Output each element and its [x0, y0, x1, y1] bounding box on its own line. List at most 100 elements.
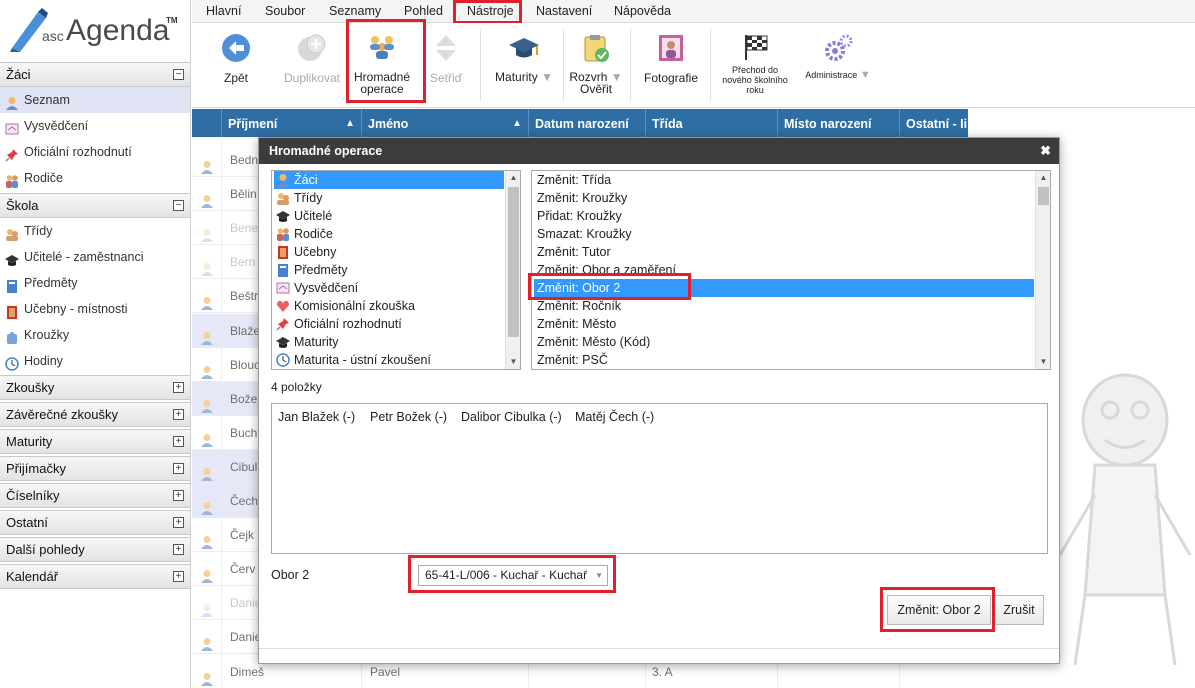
operation-item[interactable]: Smazat: Kroužky [534, 225, 1034, 243]
operation-item[interactable]: Změnit: Třída [534, 171, 1034, 189]
sidebar-section-5[interactable]: Přijímačky + [0, 456, 190, 481]
sidebar-section-6[interactable]: Číselníky + [0, 483, 190, 508]
pin-icon [276, 317, 290, 331]
header-birthplace[interactable]: Místo narození [778, 109, 900, 137]
category-item[interactable]: Maturita - ústní zkoušení [274, 351, 504, 369]
photo-frame-icon [659, 35, 683, 61]
sidebar-item-1[interactable]: Vysvědčení [0, 113, 190, 139]
sort-button[interactable]: Setřiď [424, 33, 468, 84]
sidebar-school-item-4[interactable]: Kroužky [0, 322, 190, 348]
sidebar-section-1[interactable]: Škola − [0, 193, 190, 218]
sidebar-section-2[interactable]: Zkoušky + [0, 375, 190, 400]
sidebar-section-8[interactable]: Další pohledy + [0, 537, 190, 562]
collapse-icon[interactable]: − [173, 69, 184, 80]
administration-button[interactable]: Administrace ▼ [798, 33, 878, 81]
operation-item[interactable]: Změnit: Ročník [534, 297, 1034, 315]
category-item[interactable]: Předměty [274, 261, 504, 279]
selected-students-box[interactable]: Jan Blažek (-) Petr Božek (-) Dalibor Cibu… [271, 403, 1048, 554]
photos-button[interactable]: Fotografie [638, 33, 704, 84]
sidebar-item-2[interactable]: Oficiální rozhodnutí [0, 139, 190, 165]
selected-student: Petr Božek (-) [370, 410, 448, 424]
category-scrollbar[interactable]: ▲ ▼ [505, 171, 520, 369]
schedule-verify-button[interactable]: Rozvrh ▼ Ověřit [568, 33, 624, 95]
category-item[interactable]: Učitelé [274, 207, 504, 225]
operation-item[interactable]: Změnit: Obor 2 [534, 279, 1034, 297]
header-birthdate[interactable]: Datum narození [529, 109, 646, 137]
category-item[interactable]: Vysvědčení [274, 279, 504, 297]
graduation-cap-icon [509, 38, 539, 58]
photos-label: Fotografie [643, 71, 699, 85]
sidebar-item-0[interactable]: Seznam [0, 87, 190, 113]
operation-item[interactable]: Přidat: Kroužky [534, 207, 1034, 225]
category-item[interactable]: Třídy [274, 189, 504, 207]
sidebar-school-item-1[interactable]: Učitelé - zaměstnanci [0, 244, 190, 270]
sidebar-section-9[interactable]: Kalendář + [0, 564, 190, 589]
sidebar-item-3[interactable]: Rodiče [0, 165, 190, 191]
dialog-title-text: Hromadné operace [269, 144, 383, 158]
bulk-operations-button[interactable]: Hromadné operace [350, 33, 414, 95]
logo-tm: TM [166, 16, 178, 25]
operation-list[interactable]: Změnit: Třída Změnit: Kroužky Přidat: Krou… [531, 170, 1051, 370]
grid-header: Příjmení ▲ Jméno ▲ Datum narození Třída Mí… [192, 109, 968, 137]
category-item[interactable]: Rodiče [274, 225, 504, 243]
menu-pohled[interactable]: Pohled [404, 4, 443, 18]
category-item[interactable]: Učebny [274, 243, 504, 261]
header-class[interactable]: Třída [646, 109, 778, 137]
expand-icon[interactable]: + [173, 436, 184, 447]
expand-icon[interactable]: + [173, 382, 184, 393]
selected-student: Jan Blažek (-) [278, 410, 356, 424]
clock-icon [5, 354, 19, 371]
toolbar-separator [710, 29, 711, 101]
new-school-year-button[interactable]: Přechod do nového školního roku [718, 33, 792, 95]
parents-icon [276, 227, 290, 241]
apply-button[interactable]: Změnit: Obor 2 [887, 595, 991, 625]
operation-item[interactable]: Změnit: Kroužky [534, 189, 1034, 207]
collapse-icon[interactable]: − [173, 200, 184, 211]
duplicate-button[interactable]: Duplikovat [280, 33, 344, 84]
header-name[interactable]: Jméno ▲ [362, 109, 529, 137]
expand-icon[interactable]: + [173, 490, 184, 501]
expand-icon[interactable]: + [173, 517, 184, 528]
obor2-select[interactable]: 65-41-L/006 - Kuchař - Kuchař ▼ [418, 565, 608, 586]
category-item[interactable]: Oficiální rozhodnutí [274, 315, 504, 333]
sidebar-school-item-0[interactable]: Třídy [0, 218, 190, 244]
expand-icon[interactable]: + [173, 571, 184, 582]
operation-scrollbar[interactable]: ▲ ▼ [1035, 171, 1050, 369]
back-button[interactable]: Zpět [214, 33, 258, 84]
category-list[interactable]: Žáci Třídy Učitelé Rodiče Učebny Předměty Vysv… [271, 170, 521, 370]
schedule-label-2: Ověřit [579, 82, 612, 96]
operation-item[interactable]: Změnit: Tutor [534, 243, 1034, 261]
dialog-divider [259, 648, 1059, 649]
header-surname[interactable]: Příjmení ▲ [222, 109, 362, 137]
menu-soubor[interactable]: Soubor [265, 4, 305, 18]
maturity-dropdown-button[interactable]: Maturity ▼ [489, 35, 559, 83]
sidebar-section-4[interactable]: Maturity + [0, 429, 190, 454]
sidebar-school-item-5[interactable]: Hodiny [0, 348, 190, 374]
cancel-button[interactable]: Zrušit [994, 595, 1044, 625]
header-other[interactable]: Ostatní - Ii [900, 109, 968, 137]
sidebar-school-item-2[interactable]: Předměty [0, 270, 190, 296]
operation-item[interactable]: Změnit: Město (Kód) [534, 333, 1034, 351]
chevron-down-icon: ▼ [541, 70, 553, 84]
sidebar-section-7[interactable]: Ostatní + [0, 510, 190, 535]
close-icon[interactable]: ✖ [1040, 138, 1051, 164]
pin-icon [5, 145, 19, 162]
menu-nastaveni[interactable]: Nastavení [536, 4, 592, 18]
operation-item[interactable]: Změnit: Město [534, 315, 1034, 333]
category-item[interactable]: Maturity [274, 333, 504, 351]
expand-icon[interactable]: + [173, 544, 184, 555]
operation-item[interactable]: Změnit: PSČ [534, 351, 1034, 369]
menu-hlavni[interactable]: Hlavní [206, 4, 241, 18]
sidebar-section-3[interactable]: Závěrečné zkoušky + [0, 402, 190, 427]
expand-icon[interactable]: + [173, 409, 184, 420]
menu-seznamy[interactable]: Seznamy [329, 4, 381, 18]
sidebar-school-item-3[interactable]: Učebny - místnosti [0, 296, 190, 322]
category-item[interactable]: Komisionální zkouška [274, 297, 504, 315]
expand-icon[interactable]: + [173, 463, 184, 474]
menu-napoveda[interactable]: Nápověda [614, 4, 671, 18]
menu-nastroje[interactable]: Nástroje [467, 4, 514, 18]
duplicate-icon [298, 34, 326, 61]
operation-item[interactable]: Změnit: Obor a zaměření [534, 261, 1034, 279]
sidebar-section-0[interactable]: Žáci − [0, 62, 190, 87]
category-item[interactable]: Žáci [274, 171, 504, 189]
